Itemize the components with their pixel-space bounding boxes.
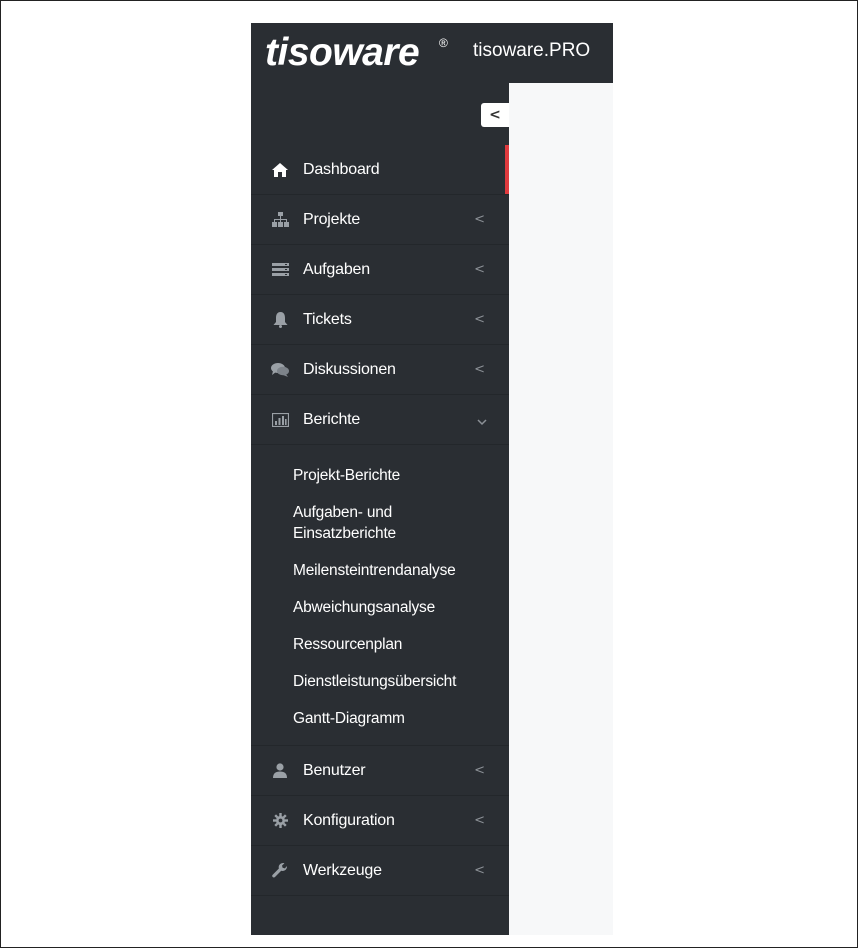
home-icon	[271, 162, 289, 178]
sidebar-item-tickets[interactable]: Tickets <	[251, 295, 509, 345]
sitemap-icon	[271, 212, 289, 228]
sidebar-nav: Dashboard Projekte < Aufgaben < Tickets …	[251, 145, 509, 896]
submenu-item-ressourcenplan[interactable]: Ressourcenplan	[251, 626, 509, 663]
bell-icon	[271, 311, 289, 328]
server-icon	[271, 262, 289, 278]
sidebar-item-projekte[interactable]: Projekte <	[251, 195, 509, 245]
submenu-item-meilensteintrendanalyse[interactable]: Meilensteintrendanalyse	[251, 552, 509, 589]
submenu-item-projekt-berichte[interactable]: Projekt-Berichte	[251, 457, 509, 494]
sidebar-item-werkzeuge[interactable]: Werkzeuge <	[251, 846, 509, 896]
tisoware-logo[interactable]: tisoware	[265, 31, 420, 75]
sidebar-collapse-button[interactable]: <	[481, 103, 509, 127]
sidebar-item-label: Dashboard	[303, 160, 380, 178]
chevron-left-icon: <	[474, 362, 485, 377]
registered-mark: ®	[439, 36, 448, 50]
figure-frame: tisoware ® tisoware.PRO < Dashboard Proj…	[0, 0, 858, 948]
chevron-left-icon: <	[474, 763, 485, 778]
sidebar-item-benutzer[interactable]: Benutzer <	[251, 746, 509, 796]
chevron-left-icon: <	[489, 107, 501, 123]
app-title: tisoware.PRO	[473, 40, 591, 61]
main-content-area	[509, 83, 613, 935]
chevron-left-icon: <	[474, 863, 485, 878]
chevron-left-icon: <	[474, 212, 485, 227]
user-icon	[271, 763, 289, 779]
app-window: tisoware ® tisoware.PRO < Dashboard Proj…	[251, 23, 613, 935]
chevron-left-icon: <	[474, 813, 485, 828]
top-bar: tisoware ® tisoware.PRO	[251, 23, 613, 83]
berichte-submenu: Projekt-Berichte Aufgaben- und Einsatzbe…	[251, 445, 509, 746]
sidebar-item-konfiguration[interactable]: Konfiguration <	[251, 796, 509, 846]
submenu-item-abweichungsanalyse[interactable]: Abweichungsanalyse	[251, 589, 509, 626]
sidebar-item-diskussionen[interactable]: Diskussionen <	[251, 345, 509, 395]
gear-icon	[271, 813, 289, 829]
sidebar-item-dashboard[interactable]: Dashboard	[251, 145, 509, 195]
wrench-icon	[271, 862, 289, 879]
comments-icon	[271, 362, 289, 378]
chevron-down-icon	[477, 413, 487, 431]
sidebar-item-berichte[interactable]: Berichte	[251, 395, 509, 445]
submenu-item-gantt-diagramm[interactable]: Gantt-Diagramm	[251, 700, 509, 737]
chevron-left-icon: <	[474, 262, 485, 277]
sidebar-item-aufgaben[interactable]: Aufgaben <	[251, 245, 509, 295]
submenu-item-dienstleistungsuebersicht[interactable]: Dienstleistungsübersicht	[251, 663, 509, 700]
bar-chart-icon	[271, 412, 289, 428]
chevron-left-icon: <	[474, 312, 485, 327]
submenu-item-aufgaben-einsatzberichte[interactable]: Aufgaben- und Einsatzberichte	[251, 494, 453, 552]
